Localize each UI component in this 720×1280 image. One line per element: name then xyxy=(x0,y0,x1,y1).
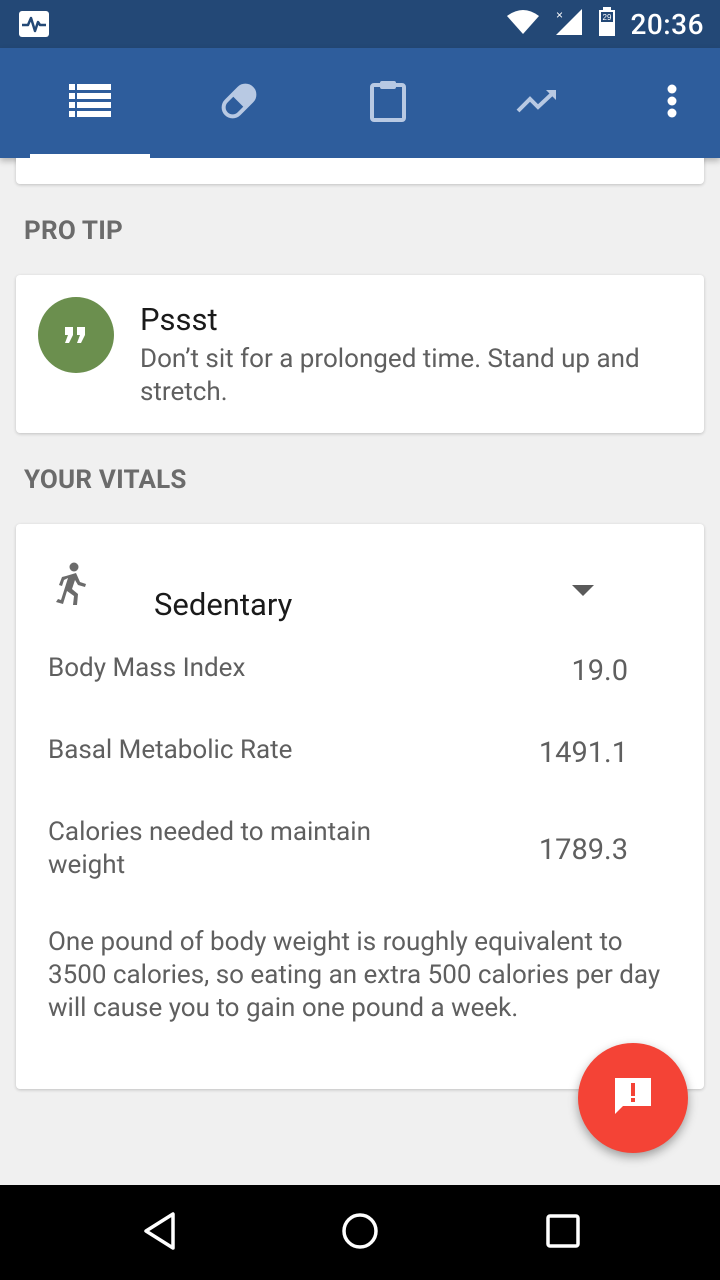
tab-clipboard[interactable] xyxy=(313,48,463,158)
list-icon xyxy=(69,84,111,122)
back-button[interactable] xyxy=(100,1185,220,1280)
tab-list[interactable] xyxy=(15,48,165,158)
pro-tip-header: PRO TIP xyxy=(24,216,123,246)
clipboard-icon xyxy=(369,80,407,126)
app-bar xyxy=(0,48,720,158)
quote-icon xyxy=(38,297,114,373)
bmi-value: 19.0 xyxy=(571,654,628,688)
system-nav-bar xyxy=(0,1185,720,1280)
previous-card xyxy=(16,158,704,184)
trending-up-icon xyxy=(516,88,558,118)
overflow-menu-button[interactable] xyxy=(644,48,700,158)
main-content[interactable]: PRO TIP Pssst Don’t sit for a prolonged … xyxy=(0,158,720,1185)
recents-button[interactable] xyxy=(503,1185,623,1280)
tab-trends[interactable] xyxy=(462,48,612,158)
back-triangle-icon xyxy=(143,1211,177,1254)
pro-tip-title: Pssst xyxy=(140,301,218,338)
tab-medications[interactable] xyxy=(164,48,314,158)
battery-level: 29 xyxy=(603,13,612,22)
calorie-note: One pound of body weight is roughly equi… xyxy=(48,927,661,1023)
clock-time: 20:36 xyxy=(630,7,704,41)
calories-label: Calories needed to maintain weight xyxy=(48,817,371,880)
bmr-label: Basal Metabolic Rate xyxy=(48,735,293,765)
dropdown-arrow-icon xyxy=(572,582,594,601)
more-vert-icon xyxy=(667,84,677,122)
home-circle-icon xyxy=(340,1211,380,1255)
feedback-icon xyxy=(613,1076,653,1120)
pro-tip-card: Pssst Don’t sit for a prolonged time. St… xyxy=(16,275,704,433)
vitals-header: YOUR VITALS xyxy=(24,465,187,495)
svg-text:×: × xyxy=(556,8,563,22)
calories-value: 1789.3 xyxy=(538,833,628,867)
vitals-card: Sedentary Body Mass Index 19.0 Basal Met… xyxy=(16,524,704,1089)
bmr-value: 1491.1 xyxy=(538,736,628,770)
battery-icon: 29 xyxy=(598,7,616,41)
cell-signal-icon: × xyxy=(554,7,584,41)
feedback-fab-button[interactable] xyxy=(578,1043,688,1153)
recents-square-icon xyxy=(546,1213,580,1252)
wifi-icon xyxy=(506,8,540,40)
activity-level: Sedentary xyxy=(154,586,293,623)
running-person-icon xyxy=(54,562,88,610)
status-bar: × 29 20:36 xyxy=(0,0,720,48)
home-button[interactable] xyxy=(300,1185,420,1280)
health-pulse-icon xyxy=(18,10,50,38)
pill-icon xyxy=(218,80,260,126)
bmi-label: Body Mass Index xyxy=(48,653,246,683)
activity-selector[interactable]: Sedentary xyxy=(16,542,704,632)
pro-tip-body: Don’t sit for a prolonged time. Stand up… xyxy=(140,344,640,407)
